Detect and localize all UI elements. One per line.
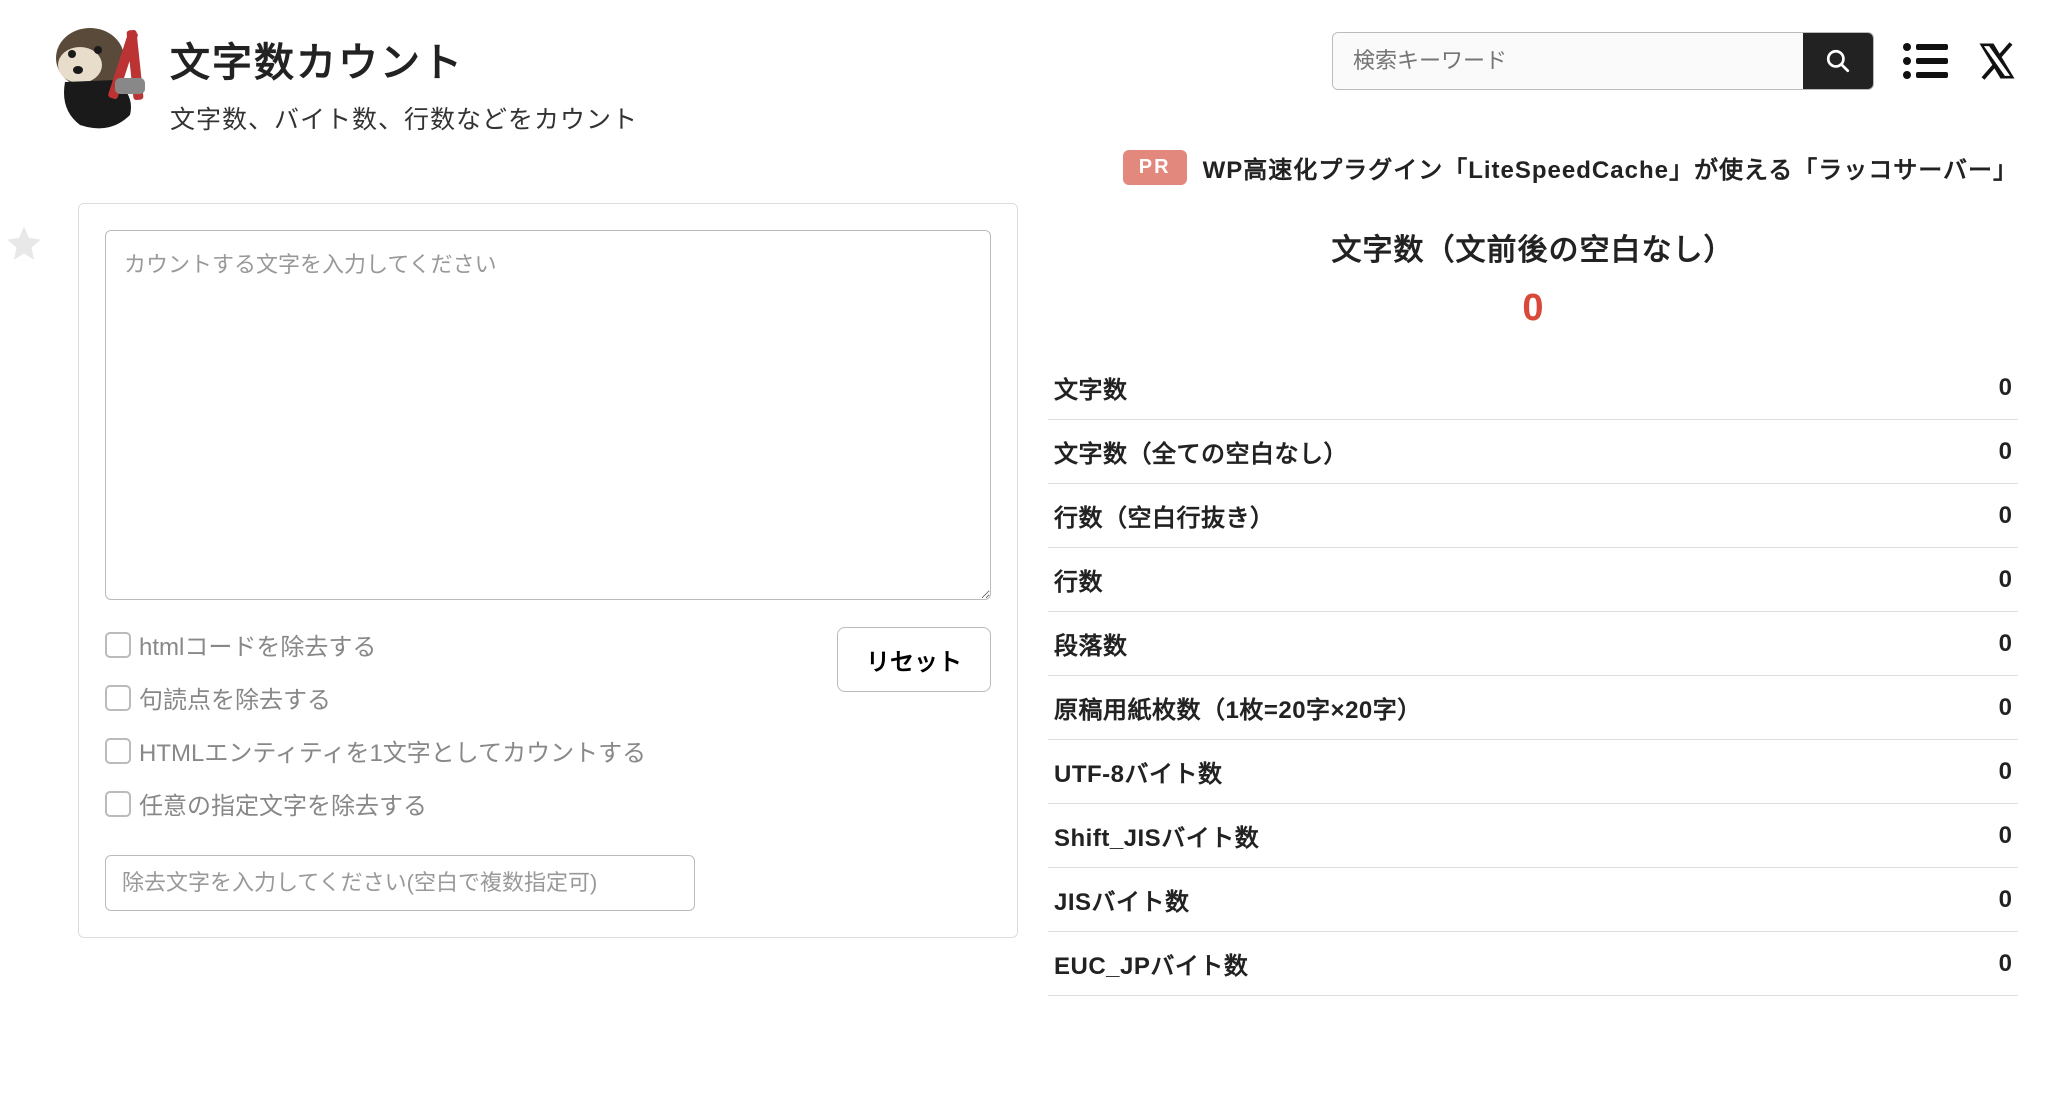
results-panel: 文字数（文前後の空白なし） 0 文字数0文字数（全ての空白なし）0行数（空白行抜… [1048,203,2018,996]
result-label: JISバイト数 [1054,882,1190,917]
exclude-chars-input[interactable] [105,855,695,911]
result-main-value: 0 [1048,287,2018,330]
pr-link[interactable]: WP高速化プラグイン「LiteSpeedCache」が使える「ラッコサーバー」 [1203,150,2018,185]
result-row: JISバイト数 0 [1048,868,2018,932]
result-row: 行数（空白行抜き） 0 [1048,484,2018,548]
result-value: 0 [1999,950,2012,978]
result-value: 0 [1999,438,2012,466]
x-twitter-button[interactable] [1976,40,2018,82]
page-subtitle: 文字数、バイト数、行数などをカウント [170,100,638,136]
result-label: 行数（空白行抜き） [1054,498,1275,533]
search-icon [1825,48,1851,74]
option-remove-custom[interactable]: 任意の指定文字を除去する [105,786,695,821]
result-value: 0 [1999,374,2012,402]
text-input[interactable] [105,230,991,600]
result-row: 文字数（全ての空白なし） 0 [1048,420,2018,484]
search-box [1332,32,1874,90]
result-value: 0 [1999,694,2012,722]
result-row: EUC_JPバイト数 0 [1048,932,2018,996]
result-label: 文字数 [1054,370,1128,405]
reset-button[interactable]: リセット [837,627,991,692]
search-input[interactable] [1333,33,1803,89]
result-value: 0 [1999,502,2012,530]
result-row: Shift_JISバイト数 0 [1048,804,2018,868]
result-row: 文字数 0 [1048,356,2018,420]
option-label: 任意の指定文字を除去する [139,786,427,821]
list-icon [1902,41,1948,81]
checkbox-html-entity[interactable] [105,738,131,764]
option-label: HTMLエンティティを1文字としてカウントする [139,733,646,768]
option-remove-html[interactable]: htmlコードを除去する [105,627,695,662]
result-value: 0 [1999,566,2012,594]
option-html-entity-one-char[interactable]: HTMLエンティティを1文字としてカウントする [105,733,695,768]
result-label: 文字数（全ての空白なし） [1054,434,1348,469]
option-remove-punctuation[interactable]: 句読点を除去する [105,680,695,715]
result-value: 0 [1999,758,2012,786]
options-group: htmlコードを除去する 句読点を除去する HTMLエンティティを1文字としてカ… [105,627,695,911]
page-title: 文字数カウント [170,30,638,88]
option-label: htmlコードを除去する [139,627,376,662]
favorite-star-icon[interactable] [4,223,44,268]
result-value: 0 [1999,822,2012,850]
result-label: EUC_JPバイト数 [1054,946,1248,981]
checkbox-remove-html[interactable] [105,632,131,658]
checkbox-remove-punctuation[interactable] [105,685,131,711]
result-label: 段落数 [1054,626,1128,661]
result-row: UTF-8バイト数 0 [1048,740,2018,804]
result-label: 原稿用紙枚数（1枚=20字×20字） [1054,690,1422,725]
input-panel: htmlコードを除去する 句読点を除去する HTMLエンティティを1文字としてカ… [78,203,1018,938]
pr-badge: PR [1123,150,1187,185]
option-label: 句読点を除去する [139,680,331,715]
result-label: UTF-8バイト数 [1054,754,1223,789]
logo-otter-icon [30,20,150,130]
result-value: 0 [1999,630,2012,658]
search-button[interactable] [1803,33,1873,89]
result-row: 原稿用紙枚数（1枚=20字×20字） 0 [1048,676,2018,740]
x-icon [1976,40,2018,82]
checkbox-remove-custom[interactable] [105,791,131,817]
result-row: 段落数 0 [1048,612,2018,676]
result-label: Shift_JISバイト数 [1054,818,1259,853]
result-label: 行数 [1054,562,1103,597]
menu-list-button[interactable] [1902,41,1948,81]
result-main-label: 文字数（文前後の空白なし） [1048,225,2018,269]
result-value: 0 [1999,886,2012,914]
result-row: 行数 0 [1048,548,2018,612]
